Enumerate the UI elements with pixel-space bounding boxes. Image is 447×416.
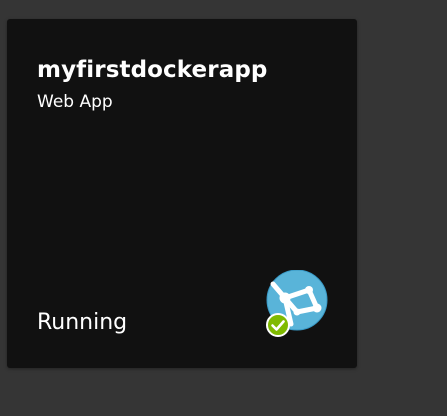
status-text: Running	[37, 310, 128, 335]
web-app-icon	[265, 269, 329, 340]
app-name: myfirstdockerapp	[37, 57, 268, 83]
app-type: Web App	[37, 92, 113, 112]
dashboard-canvas: myfirstdockerapp Web App Running	[0, 0, 447, 416]
web-app-tile[interactable]: myfirstdockerapp Web App Running	[7, 19, 357, 368]
check-circle-icon	[266, 313, 290, 337]
